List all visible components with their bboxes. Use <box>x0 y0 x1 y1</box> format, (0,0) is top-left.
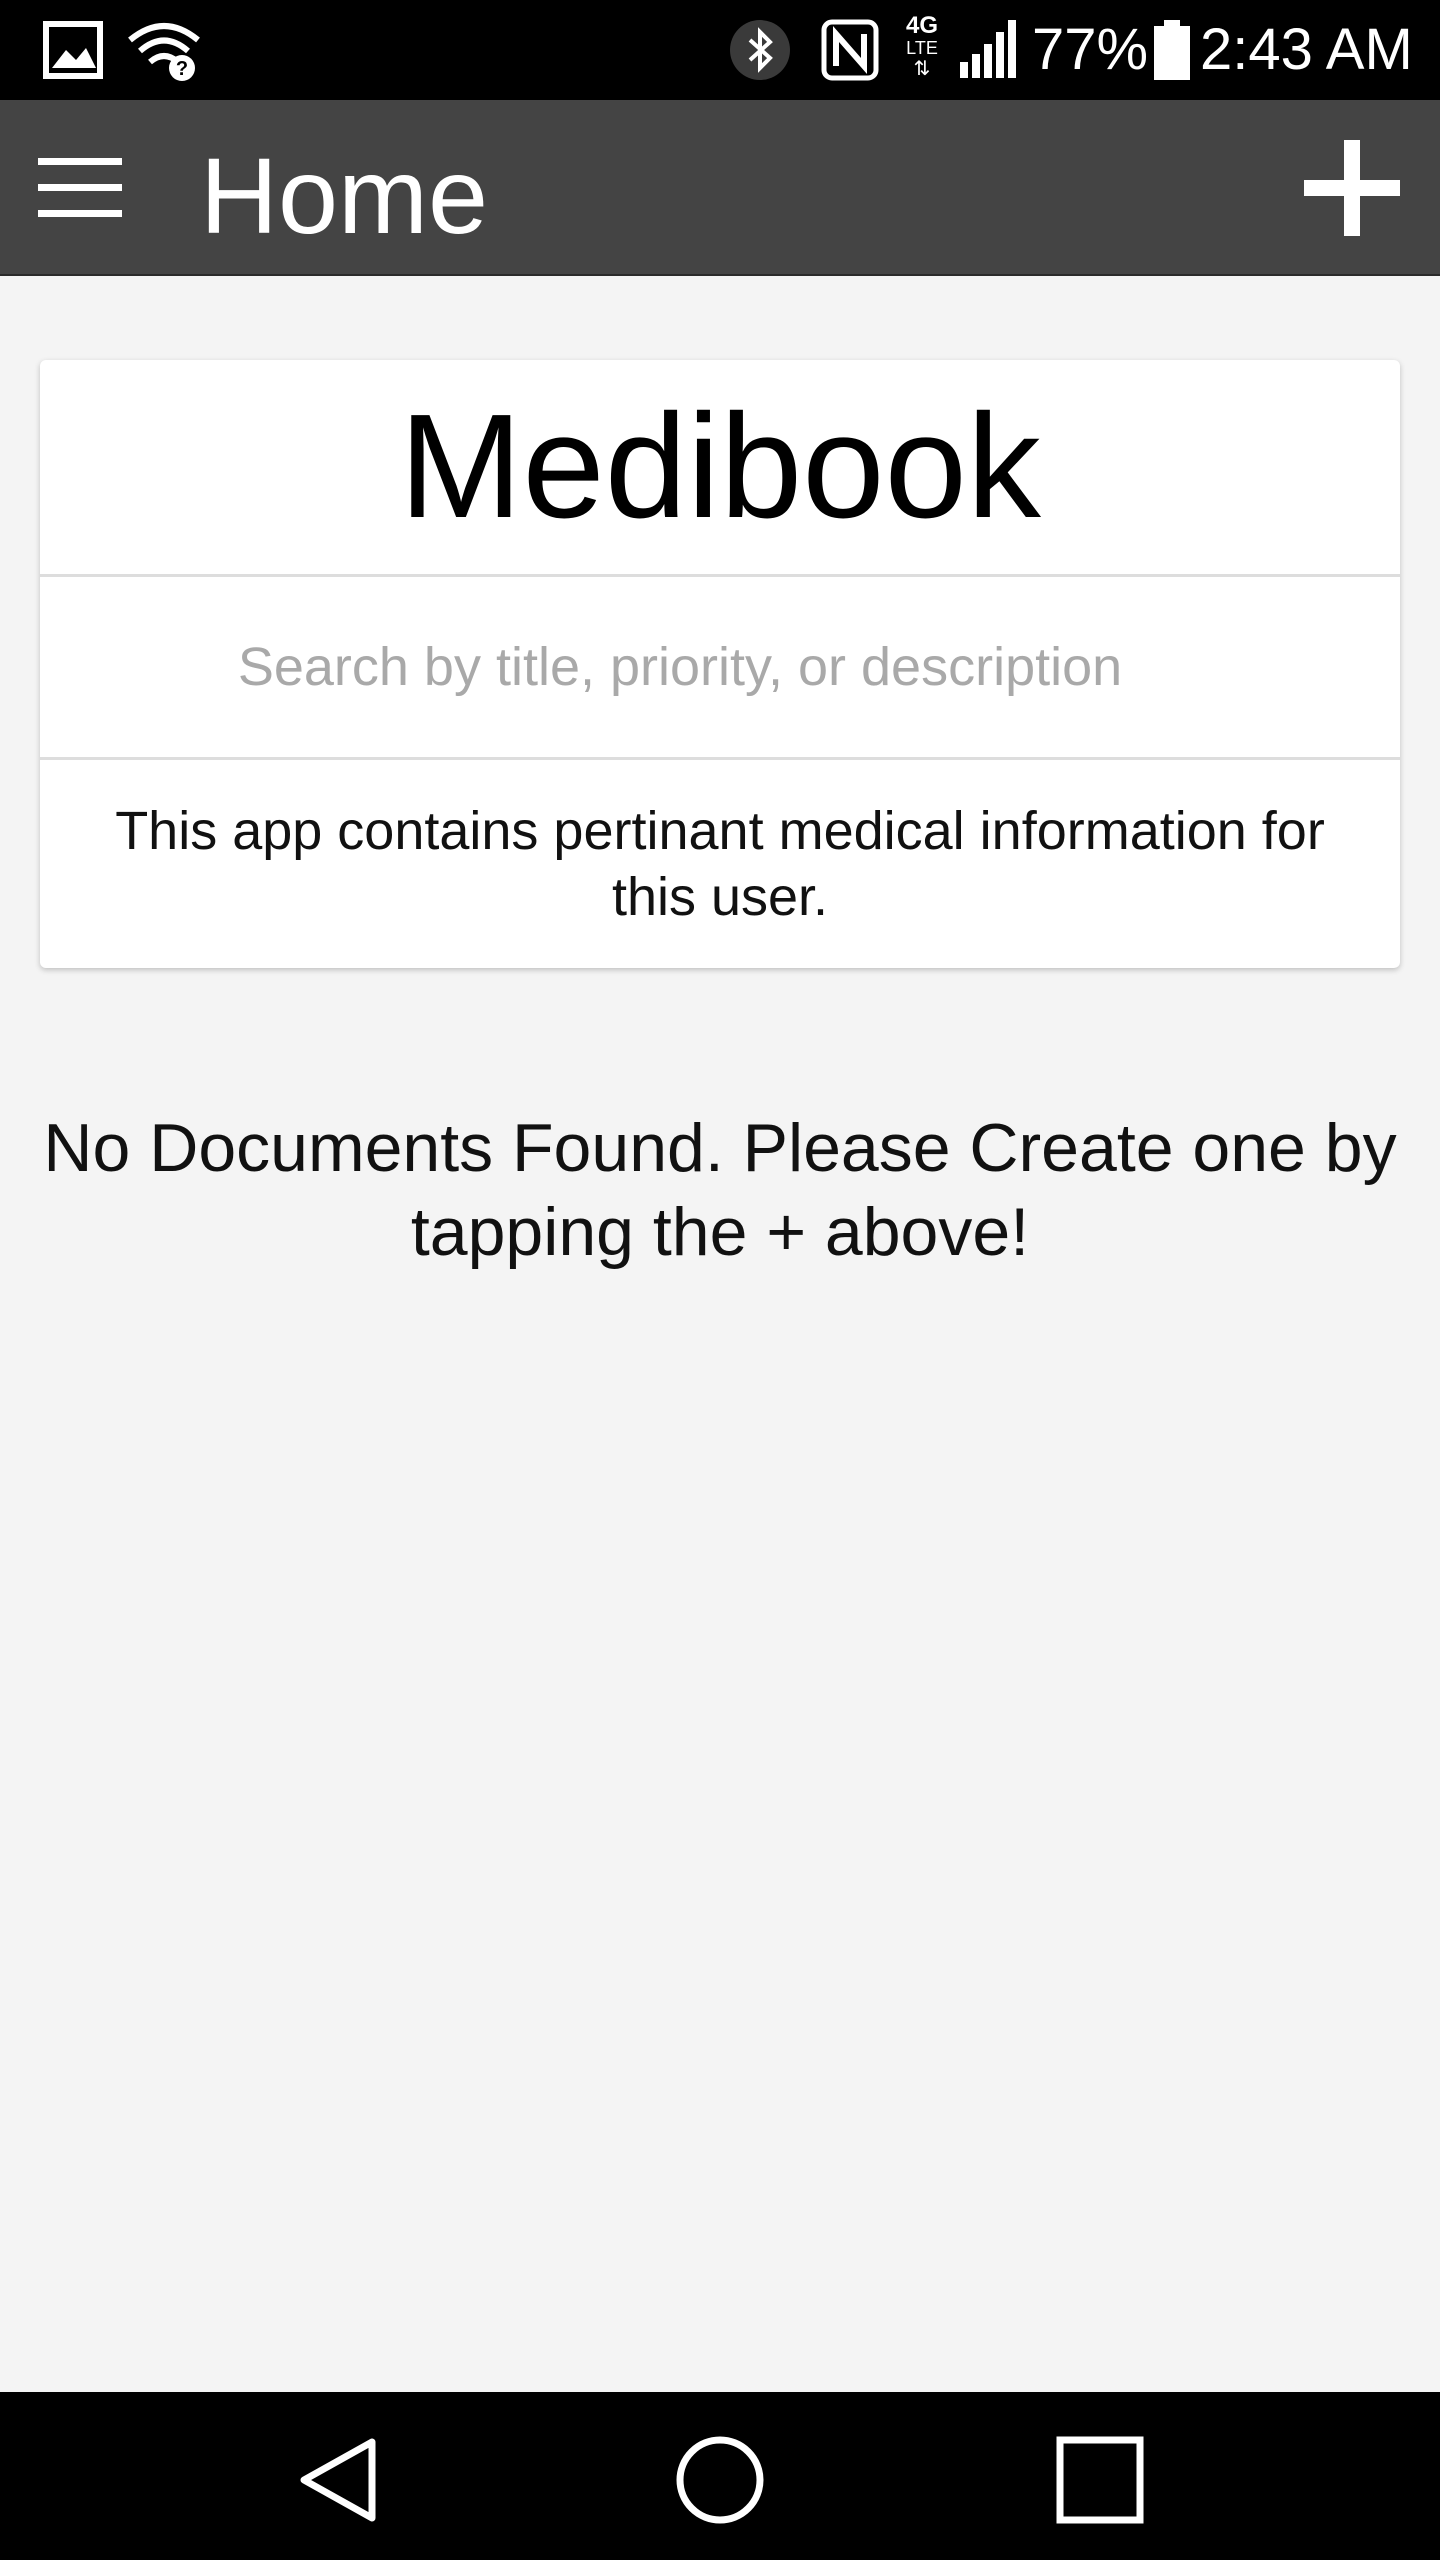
screen: ? 4G LTE ⇅ 77% 2:43 AM Home Medibook Sea… <box>0 0 1440 2560</box>
page-title: Home <box>200 135 489 256</box>
gallery-icon <box>43 21 103 79</box>
wifi-question-icon: ? <box>128 23 200 81</box>
network-type-label: 4G <box>905 12 938 39</box>
search-input[interactable] <box>40 577 1400 757</box>
card-title: Medibook <box>399 384 1041 549</box>
system-nav-bar <box>0 2392 1440 2560</box>
status-bar: ? 4G LTE ⇅ 77% 2:43 AM <box>0 0 1440 100</box>
card-description: This app contains pertinant medical info… <box>115 801 1325 927</box>
plus-icon[interactable] <box>1300 136 1404 240</box>
bluetooth-icon <box>730 20 790 80</box>
data-arrows-icon: ⇅ <box>913 58 931 80</box>
battery-percent: 77% <box>1032 17 1149 82</box>
signal-icon <box>960 20 1016 78</box>
empty-state-message: No Documents Found. Please Create one by… <box>43 1110 1397 1270</box>
network-type-sublabel: LTE <box>906 38 938 58</box>
app-bar: Home <box>0 100 1440 276</box>
svg-text:?: ? <box>176 58 188 80</box>
hamburger-menu-icon[interactable] <box>38 156 122 220</box>
home-icon[interactable] <box>672 2432 768 2528</box>
nfc-icon <box>821 19 879 81</box>
status-time: 2:43 AM <box>1200 17 1413 82</box>
battery-icon <box>1154 20 1190 80</box>
recents-icon[interactable] <box>1052 2432 1148 2528</box>
back-icon[interactable] <box>292 2432 388 2528</box>
network-type-indicator: 4G LTE ⇅ <box>900 14 944 86</box>
medibook-card: Medibook This app contains pertinant med… <box>40 360 1400 968</box>
